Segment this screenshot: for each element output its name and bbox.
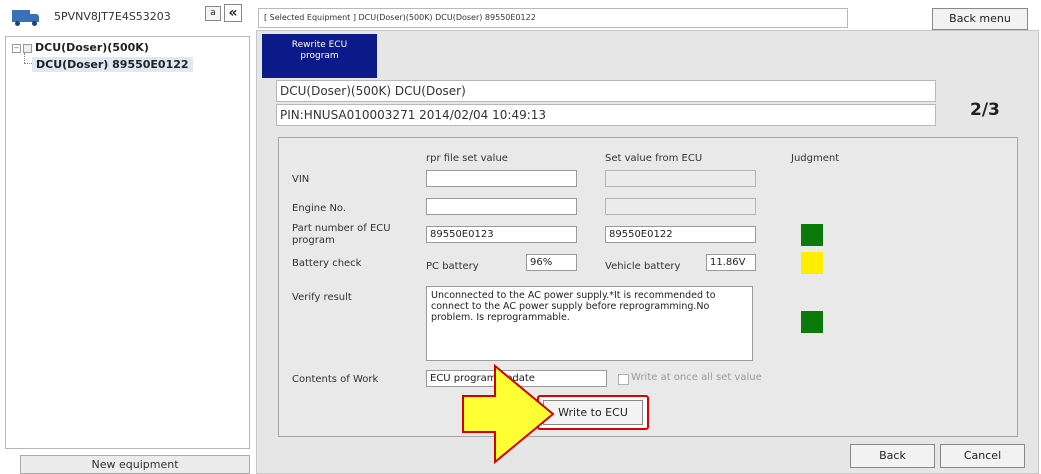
collapse-node-icon[interactable]: − <box>12 43 21 53</box>
tab-label-line1: Rewrite ECU <box>291 40 348 50</box>
pointer-arrow-icon <box>462 363 555 465</box>
tree-node-root-label: DCU(Doser)(500K) <box>35 41 149 54</box>
new-equipment-button[interactable]: New equipment <box>20 455 250 474</box>
tree-node-root[interactable]: − DCU(Doser)(500K) <box>12 41 149 54</box>
write-all-checkbox[interactable] <box>618 374 629 385</box>
collapse-pane-icon[interactable]: « <box>224 4 242 22</box>
part-rpr-field: 89550E0123 <box>426 226 577 243</box>
vehicle-battery-value: 11.86V <box>706 254 756 271</box>
engine-no-label: Engine No. <box>292 203 347 214</box>
selected-equipment-bar: [ Selected Equipment ] DCU(Doser)(500K) … <box>258 8 848 28</box>
write-all-label: Write at once all set value <box>631 372 762 383</box>
verify-result-text: Unconnected to the AC power supply.*It i… <box>426 286 753 361</box>
a-button[interactable]: a <box>205 6 221 21</box>
part-judgment-indicator <box>801 224 823 246</box>
engine-rpr-field <box>426 198 577 215</box>
cancel-button[interactable]: Cancel <box>940 444 1025 468</box>
verification-form: rpr file set value Set value from ECU Ju… <box>278 137 1018 437</box>
battery-check-label: Battery check <box>292 258 362 269</box>
pc-battery-label: PC battery <box>426 261 479 272</box>
vehicle-vin-label: 5PVNV8JT7E4S53203 <box>54 10 171 23</box>
column-rpr-header: rpr file set value <box>426 153 508 164</box>
back-menu-button[interactable]: Back menu <box>932 8 1028 30</box>
equipment-name-field: DCU(Doser)(500K) DCU(Doser) <box>276 80 936 102</box>
verify-judgment-indicator <box>801 311 823 333</box>
node-checkbox[interactable] <box>23 43 32 53</box>
column-judgment-header: Judgment <box>791 153 840 164</box>
vin-rpr-field <box>426 170 577 187</box>
vin-ecu-field <box>605 170 756 187</box>
step-indicator: 2/3 <box>970 100 1000 120</box>
pc-battery-value: 96% <box>526 254 577 271</box>
column-ecu-header: Set value from ECU <box>605 153 703 164</box>
part-ecu-field: 89550E0122 <box>605 226 756 243</box>
contents-of-work-label: Contents of Work <box>292 374 379 385</box>
verify-result-label: Verify result <box>292 292 352 303</box>
battery-judgment-indicator <box>801 252 823 274</box>
pin-field: PIN:HNUSA010003271 2014/02/04 10:49:13 <box>276 104 936 126</box>
part-number-label: Part number of ECU program <box>292 223 391 246</box>
vin-label: VIN <box>292 174 310 185</box>
equipment-tree: − DCU(Doser)(500K) DCU(Doser) 89550E0122 <box>5 36 250 449</box>
truck-icon <box>12 10 40 26</box>
back-button[interactable]: Back <box>850 444 935 468</box>
tab-rewrite-ecu-program[interactable]: Rewrite ECU program <box>262 34 377 78</box>
engine-ecu-field <box>605 198 756 215</box>
tab-label-line2: program <box>300 51 339 61</box>
tree-node-selected[interactable]: DCU(Doser) 89550E0122 <box>32 57 193 72</box>
vehicle-battery-label: Vehicle battery <box>605 261 681 272</box>
